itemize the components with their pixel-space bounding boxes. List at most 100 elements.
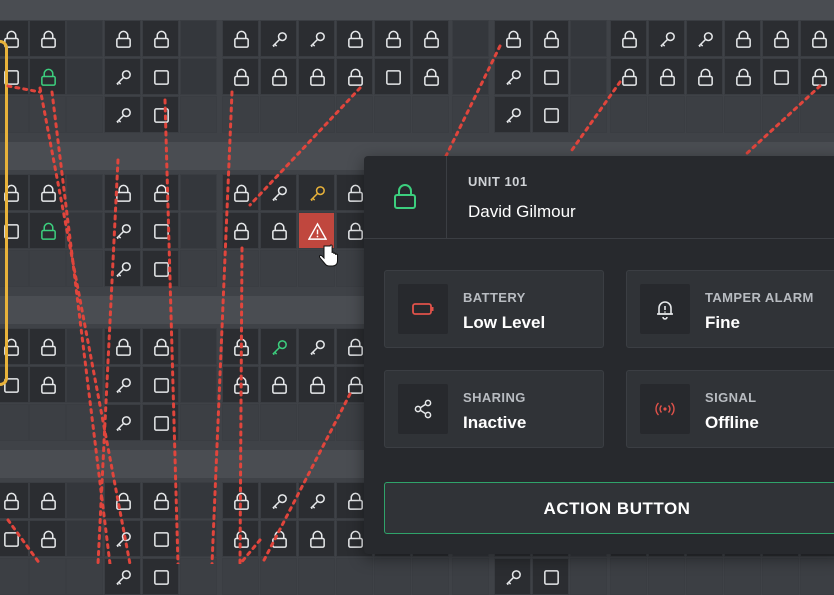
unit-cell-lock[interactable] xyxy=(724,20,761,57)
unit-cell xyxy=(222,404,259,441)
unit-cell-lock[interactable] xyxy=(104,482,141,519)
unit-cell-key[interactable] xyxy=(260,482,297,519)
unit-cell-empty[interactable] xyxy=(142,366,179,403)
unit-cell-key[interactable] xyxy=(298,328,335,365)
unit-cell-empty[interactable] xyxy=(142,520,179,557)
unit-cell-key[interactable] xyxy=(298,482,335,519)
unit-cell-key[interactable] xyxy=(104,96,141,133)
unit-cell-lock[interactable] xyxy=(222,174,259,211)
unit-cell-lock[interactable] xyxy=(648,58,685,95)
unit-cell-lock[interactable] xyxy=(610,58,647,95)
unit-cell-key[interactable] xyxy=(104,404,141,441)
tamper-alarm-card[interactable]: TAMPER ALARM Fine xyxy=(626,270,834,348)
signal-card[interactable]: SIGNAL Offline xyxy=(626,370,834,448)
unit-cell-empty[interactable] xyxy=(142,250,179,287)
unit-cell-key[interactable] xyxy=(298,174,335,211)
unit-cell-lock[interactable] xyxy=(29,482,66,519)
unit-cell xyxy=(66,20,103,57)
unit-cell-key[interactable] xyxy=(104,212,141,249)
unit-cell-lock[interactable] xyxy=(142,328,179,365)
unit-cell-lock[interactable] xyxy=(336,20,373,57)
unit-cell-lock[interactable] xyxy=(298,520,335,557)
battery-card[interactable]: BATTERY Low Level xyxy=(384,270,604,348)
unit-number: UNIT 101 xyxy=(468,174,528,189)
unit-cell-key[interactable] xyxy=(104,520,141,557)
unit-cell-lock[interactable] xyxy=(104,174,141,211)
unit-cell-lock[interactable] xyxy=(260,58,297,95)
unit-cell-lock[interactable] xyxy=(494,20,531,57)
unit-cell-lock[interactable] xyxy=(532,20,569,57)
unit-cell-lock[interactable] xyxy=(800,58,834,95)
unit-cell-lock[interactable] xyxy=(222,328,259,365)
unit-cell-lock[interactable] xyxy=(686,58,723,95)
unit-cell-lock[interactable] xyxy=(800,20,834,57)
bell-alert-icon xyxy=(657,301,673,320)
unit-cell xyxy=(0,404,29,441)
unit-cell-key[interactable] xyxy=(104,58,141,95)
unit-cell-key[interactable] xyxy=(104,366,141,403)
unit-cell-key[interactable] xyxy=(260,328,297,365)
unit-cell-lock[interactable] xyxy=(222,482,259,519)
unit-cell-lock[interactable] xyxy=(260,212,297,249)
unit-cell-empty[interactable] xyxy=(142,58,179,95)
unit-cell-empty[interactable] xyxy=(0,520,29,557)
floor-divider xyxy=(0,0,834,20)
unit-cell-key[interactable] xyxy=(648,20,685,57)
unit-cell xyxy=(29,96,66,133)
unit-cell-lock[interactable] xyxy=(142,174,179,211)
unit-cell-lock[interactable] xyxy=(336,58,373,95)
unit-cell xyxy=(66,96,103,133)
unit-cell-lock[interactable] xyxy=(298,366,335,403)
unit-cell xyxy=(180,174,217,211)
unit-cell-lock[interactable] xyxy=(29,174,66,211)
unit-cell xyxy=(66,520,103,557)
unit-cell-lock[interactable] xyxy=(29,366,66,403)
unit-cell-key[interactable] xyxy=(494,58,531,95)
unit-cell-lock[interactable] xyxy=(29,20,66,57)
unit-cell-key[interactable] xyxy=(260,20,297,57)
unit-cell-lock[interactable] xyxy=(222,212,259,249)
unit-cell-lock[interactable] xyxy=(412,20,449,57)
unit-cell-lock[interactable] xyxy=(104,20,141,57)
unit-cell-lock[interactable] xyxy=(142,20,179,57)
unit-cell-lock[interactable] xyxy=(0,482,29,519)
battery-label: BATTERY xyxy=(463,290,526,305)
unit-cell-key[interactable] xyxy=(104,250,141,287)
unit-cell-lock[interactable] xyxy=(29,520,66,557)
battery-value: Low Level xyxy=(463,313,546,332)
unit-cell-lock[interactable] xyxy=(298,58,335,95)
unit-cell xyxy=(180,212,217,249)
unit-cell-empty[interactable] xyxy=(762,58,799,95)
unit-cell xyxy=(180,96,217,133)
unit-cell-lock[interactable] xyxy=(724,58,761,95)
unit-cell-lock[interactable] xyxy=(374,20,411,57)
unit-cell-lock[interactable] xyxy=(260,520,297,557)
unit-cell-empty[interactable] xyxy=(374,58,411,95)
action-button[interactable]: ACTION BUTTON xyxy=(384,482,834,534)
unit-cell-lock[interactable] xyxy=(222,58,259,95)
unit-cell xyxy=(66,212,103,249)
unit-cell-empty[interactable] xyxy=(142,96,179,133)
unit-cell xyxy=(180,20,217,57)
unit-cell-empty[interactable] xyxy=(532,96,569,133)
unit-cell-lock[interactable] xyxy=(29,58,66,95)
sharing-card[interactable]: SHARING Inactive xyxy=(384,370,604,448)
unit-cell-lock[interactable] xyxy=(762,20,799,57)
unit-cell-lock[interactable] xyxy=(222,366,259,403)
unit-cell-key[interactable] xyxy=(686,20,723,57)
unit-cell-lock[interactable] xyxy=(104,328,141,365)
unit-cell-lock[interactable] xyxy=(222,20,259,57)
unit-cell-empty[interactable] xyxy=(142,404,179,441)
unit-cell-lock[interactable] xyxy=(142,482,179,519)
unit-cell-lock[interactable] xyxy=(412,58,449,95)
unit-cell-empty[interactable] xyxy=(142,212,179,249)
unit-cell-lock[interactable] xyxy=(222,520,259,557)
unit-cell-key[interactable] xyxy=(298,20,335,57)
unit-cell-empty[interactable] xyxy=(532,58,569,95)
unit-cell-lock[interactable] xyxy=(610,20,647,57)
unit-cell-key[interactable] xyxy=(260,174,297,211)
unit-cell-lock[interactable] xyxy=(29,328,66,365)
unit-cell-key[interactable] xyxy=(494,96,531,133)
unit-cell-lock[interactable] xyxy=(260,366,297,403)
unit-cell-lock[interactable] xyxy=(29,212,66,249)
